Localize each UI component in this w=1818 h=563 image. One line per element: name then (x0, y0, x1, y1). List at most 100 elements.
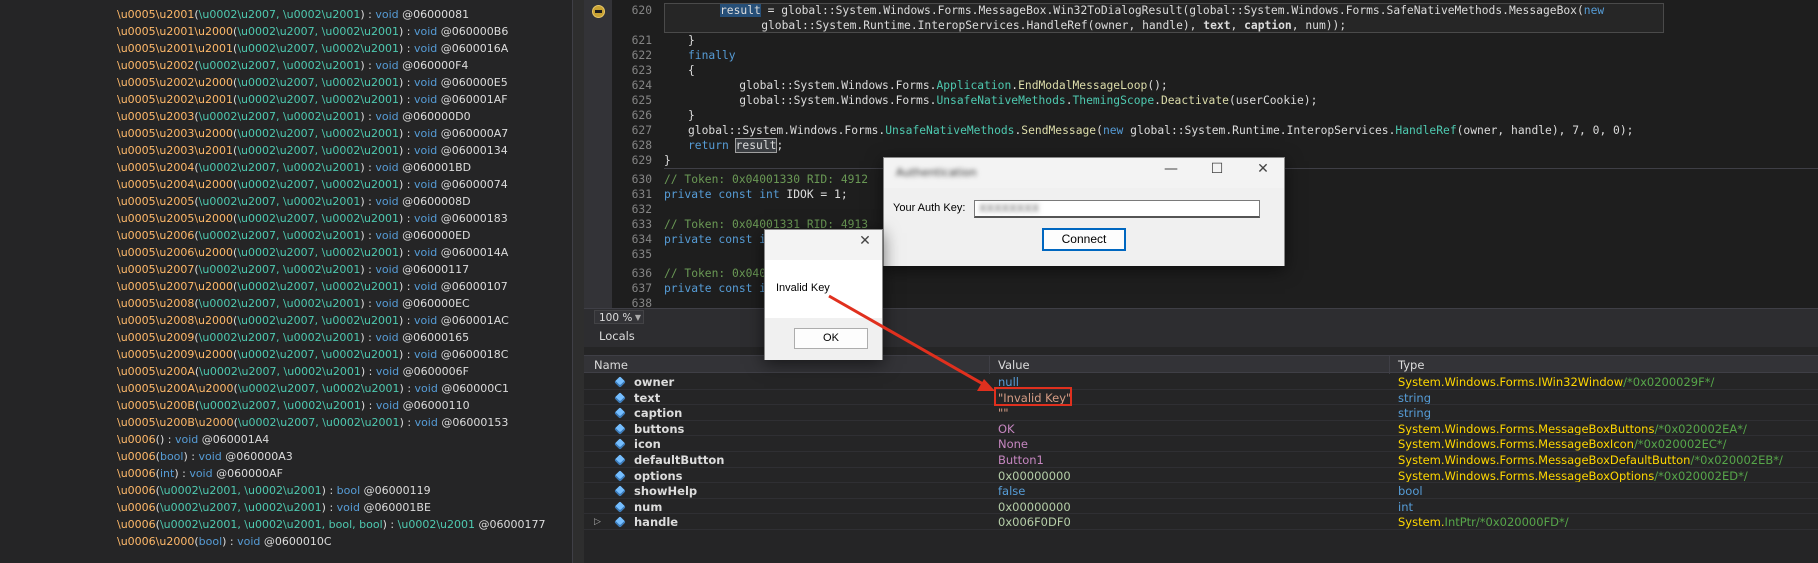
auth-key-input[interactable]: XXXXXXXX (974, 200, 1260, 218)
tree-item[interactable]: \u0005\u2002\u2001(\u0002\u2007, \u0002\… (117, 91, 508, 108)
member-params: \u0002\u2007, \u0002\u2001 (237, 93, 399, 106)
code-line[interactable]: 625 global::System.Windows.Forms.UnsafeN… (584, 93, 1818, 108)
tree-item[interactable]: \u0005\u2007(\u0002\u2007, \u0002\u2001)… (117, 261, 469, 278)
code-line[interactable]: 622 finally (584, 48, 1818, 63)
message-box-dialog[interactable]: ✕ Invalid Key OK (764, 229, 883, 360)
message-box-titlebar[interactable]: ✕ (765, 230, 882, 260)
separator: ) : (399, 314, 414, 327)
tree-item[interactable]: \u0005\u200B(\u0002\u2007, \u0002\u2001)… (117, 397, 470, 414)
column-divider[interactable] (989, 356, 990, 374)
tree-item[interactable]: \u0005\u2002(\u0002\u2007, \u0002\u2001)… (117, 57, 468, 74)
metadata-token: @06000081 (402, 8, 470, 21)
ok-button[interactable]: OK (794, 328, 868, 349)
code-line[interactable]: global::System.Runtime.InteropServices.H… (584, 18, 1818, 33)
row-divider (584, 528, 1818, 530)
member-name: \u0005\u2008\u2000 (117, 314, 234, 327)
type-name: System.Windows.Forms.MessageBoxIcon (1398, 437, 1634, 452)
return-type: void (336, 501, 360, 514)
return-type: void (414, 76, 438, 89)
tree-item[interactable]: \u0006(bool) : void @060000A3 (117, 448, 293, 465)
tree-item[interactable]: \u0005\u2005\u2000(\u0002\u2007, \u0002\… (117, 210, 508, 227)
code-line[interactable]: 626} (584, 108, 1818, 123)
metadata-token: @060000A7 (440, 127, 509, 140)
tree-item[interactable]: \u0006\u2000(bool) : void @0600010C (117, 533, 332, 550)
column-header-value[interactable]: Value (998, 356, 1030, 374)
code-line[interactable]: 623 { (584, 63, 1818, 78)
code-text: } (664, 154, 671, 167)
code-line[interactable]: 624 global::System.Windows.Forms.Applica… (584, 78, 1818, 93)
column-header-name[interactable]: Name (594, 356, 628, 374)
connect-button[interactable]: Connect (1042, 228, 1126, 251)
member-name: \u0005\u2009 (117, 331, 195, 344)
separator: ) : (399, 178, 414, 191)
code-line[interactable]: 621} (584, 33, 1818, 48)
tree-item[interactable]: \u0006() : void @060001A4 (117, 431, 269, 448)
tree-item[interactable]: \u0005\u2004\u2000(\u0002\u2007, \u0002\… (117, 176, 508, 193)
tree-item[interactable]: \u0005\u2008\u2000(\u0002\u2007, \u0002\… (117, 312, 509, 329)
code-text: result = global::System.Windows.Forms.Me… (720, 4, 1605, 17)
member-params: \u0002\u2007, \u0002\u2001 (237, 127, 399, 140)
member-params: \u0002\u2007, \u0002\u2001 (237, 76, 399, 89)
metadata-token: @0600014A (440, 246, 509, 259)
code-line[interactable]: 620 result = global::System.Windows.Forms… (584, 3, 1818, 18)
return-type: void (414, 314, 438, 327)
tree-item[interactable]: \u0005\u2006\u2000(\u0002\u2007, \u0002\… (117, 244, 508, 261)
tree-item[interactable]: \u0005\u2009(\u0002\u2007, \u0002\u2001)… (117, 329, 469, 346)
line-number: 623 (631, 64, 652, 77)
tree-item[interactable]: \u0006(\u0002\u2001, \u0002\u2001) : boo… (117, 482, 431, 499)
auth-dialog[interactable]: Authentication — ☐ ✕ Your Auth Key: XXXX… (883, 157, 1285, 266)
tree-item[interactable]: \u0005\u2002\u2000(\u0002\u2007, \u0002\… (117, 74, 508, 91)
tree-item[interactable]: \u0006(\u0002\u2001, \u0002\u2001, bool,… (117, 516, 545, 533)
member-params: \u0002\u2007, \u0002\u2001 (198, 229, 361, 242)
local-variable-icon (614, 376, 626, 388)
tree-item[interactable]: \u0005\u2001\u2000(\u0002\u2007, \u0002\… (117, 23, 508, 40)
line-number: 630 (631, 173, 652, 186)
type-name-part: IntPtr (1444, 515, 1476, 530)
line-number: 629 (631, 154, 652, 167)
tree-item[interactable]: \u0005\u2004(\u0002\u2007, \u0002\u2001)… (117, 159, 471, 176)
code-line[interactable]: 627 global::System.Windows.Forms.UnsafeNa… (584, 123, 1818, 138)
tree-item[interactable]: \u0005\u2003\u2000(\u0002\u2007, \u0002\… (117, 125, 508, 142)
maximize-icon[interactable]: ☐ (1194, 158, 1240, 182)
tree-item[interactable]: \u0006(int) : void @060000AF (117, 465, 283, 482)
tree-item[interactable]: \u0005\u2009\u2000(\u0002\u2007, \u0002\… (117, 346, 508, 363)
tree-item[interactable]: \u0005\u200B\u2000(\u0002\u2007, \u0002\… (117, 414, 508, 431)
tree-item[interactable]: \u0005\u200A(\u0002\u2007, \u0002\u2001)… (117, 363, 469, 380)
code-line[interactable]: 628 return result; (584, 138, 1818, 153)
tree-item[interactable]: \u0006(\u0002\u2007, \u0002\u2001) : voi… (117, 499, 431, 516)
code-text: global::System.Windows.Forms.UnsafeNativ… (688, 124, 1634, 137)
return-type: void (414, 382, 438, 395)
tree-item[interactable]: \u0005\u2003(\u0002\u2007, \u0002\u2001)… (117, 108, 471, 125)
close-icon[interactable]: ✕ (849, 230, 881, 254)
auth-dialog-titlebar[interactable]: Authentication — ☐ ✕ (884, 158, 1284, 188)
tree-scrollbar[interactable] (572, 0, 584, 563)
member-params: \u0002\u2007, \u0002\u2001 (198, 297, 361, 310)
type-keyword: string (1398, 406, 1432, 421)
member-name: \u0005\u2005\u2000 (117, 212, 234, 225)
close-icon[interactable]: ✕ (1240, 158, 1286, 182)
tree-item[interactable]: \u0005\u2001\u2001(\u0002\u2007, \u0002\… (117, 40, 508, 57)
tree-item[interactable]: \u0005\u200A\u2000(\u0002\u2007, \u0002\… (117, 380, 509, 397)
zoom-select[interactable]: 100 % ▼ (594, 310, 644, 324)
tree-item[interactable]: \u0005\u2007\u2000(\u0002\u2007, \u0002\… (117, 278, 508, 295)
locals-window[interactable]: Locals Name Value Type owner null System.W… (584, 325, 1818, 563)
message-box-body: Invalid Key (765, 260, 882, 318)
tree-item[interactable]: \u0005\u2001(\u0002\u2007, \u0002\u2001)… (117, 6, 469, 23)
column-header-type[interactable]: Type (1398, 356, 1424, 374)
member-name: \u0005\u2005 (117, 195, 195, 208)
type-name: System.Windows.Forms.MessageBoxButtons (1398, 421, 1655, 436)
line-number: 637 (631, 282, 652, 295)
assembly-tree-pane[interactable]: \u0005\u2001(\u0002\u2007, \u0002\u2001)… (0, 0, 572, 563)
metadata-token: @06000153 (441, 416, 509, 429)
column-divider[interactable] (1389, 356, 1390, 374)
tree-item[interactable]: \u0005\u2008(\u0002\u2007, \u0002\u2001)… (117, 295, 470, 312)
member-name: \u0005\u2008 (117, 297, 195, 310)
tree-item[interactable]: \u0005\u2006(\u0002\u2007, \u0002\u2001)… (117, 227, 471, 244)
member-params: bool (159, 450, 184, 463)
minimize-icon[interactable]: — (1148, 158, 1194, 182)
auth-dialog-title: Authentication (896, 166, 977, 179)
member-name: \u0006 (117, 450, 156, 463)
local-variable-icon (614, 501, 626, 513)
tree-item[interactable]: \u0005\u2005(\u0002\u2007, \u0002\u2001)… (117, 193, 471, 210)
tree-item[interactable]: \u0005\u2003\u2001(\u0002\u2007, \u0002\… (117, 142, 508, 159)
